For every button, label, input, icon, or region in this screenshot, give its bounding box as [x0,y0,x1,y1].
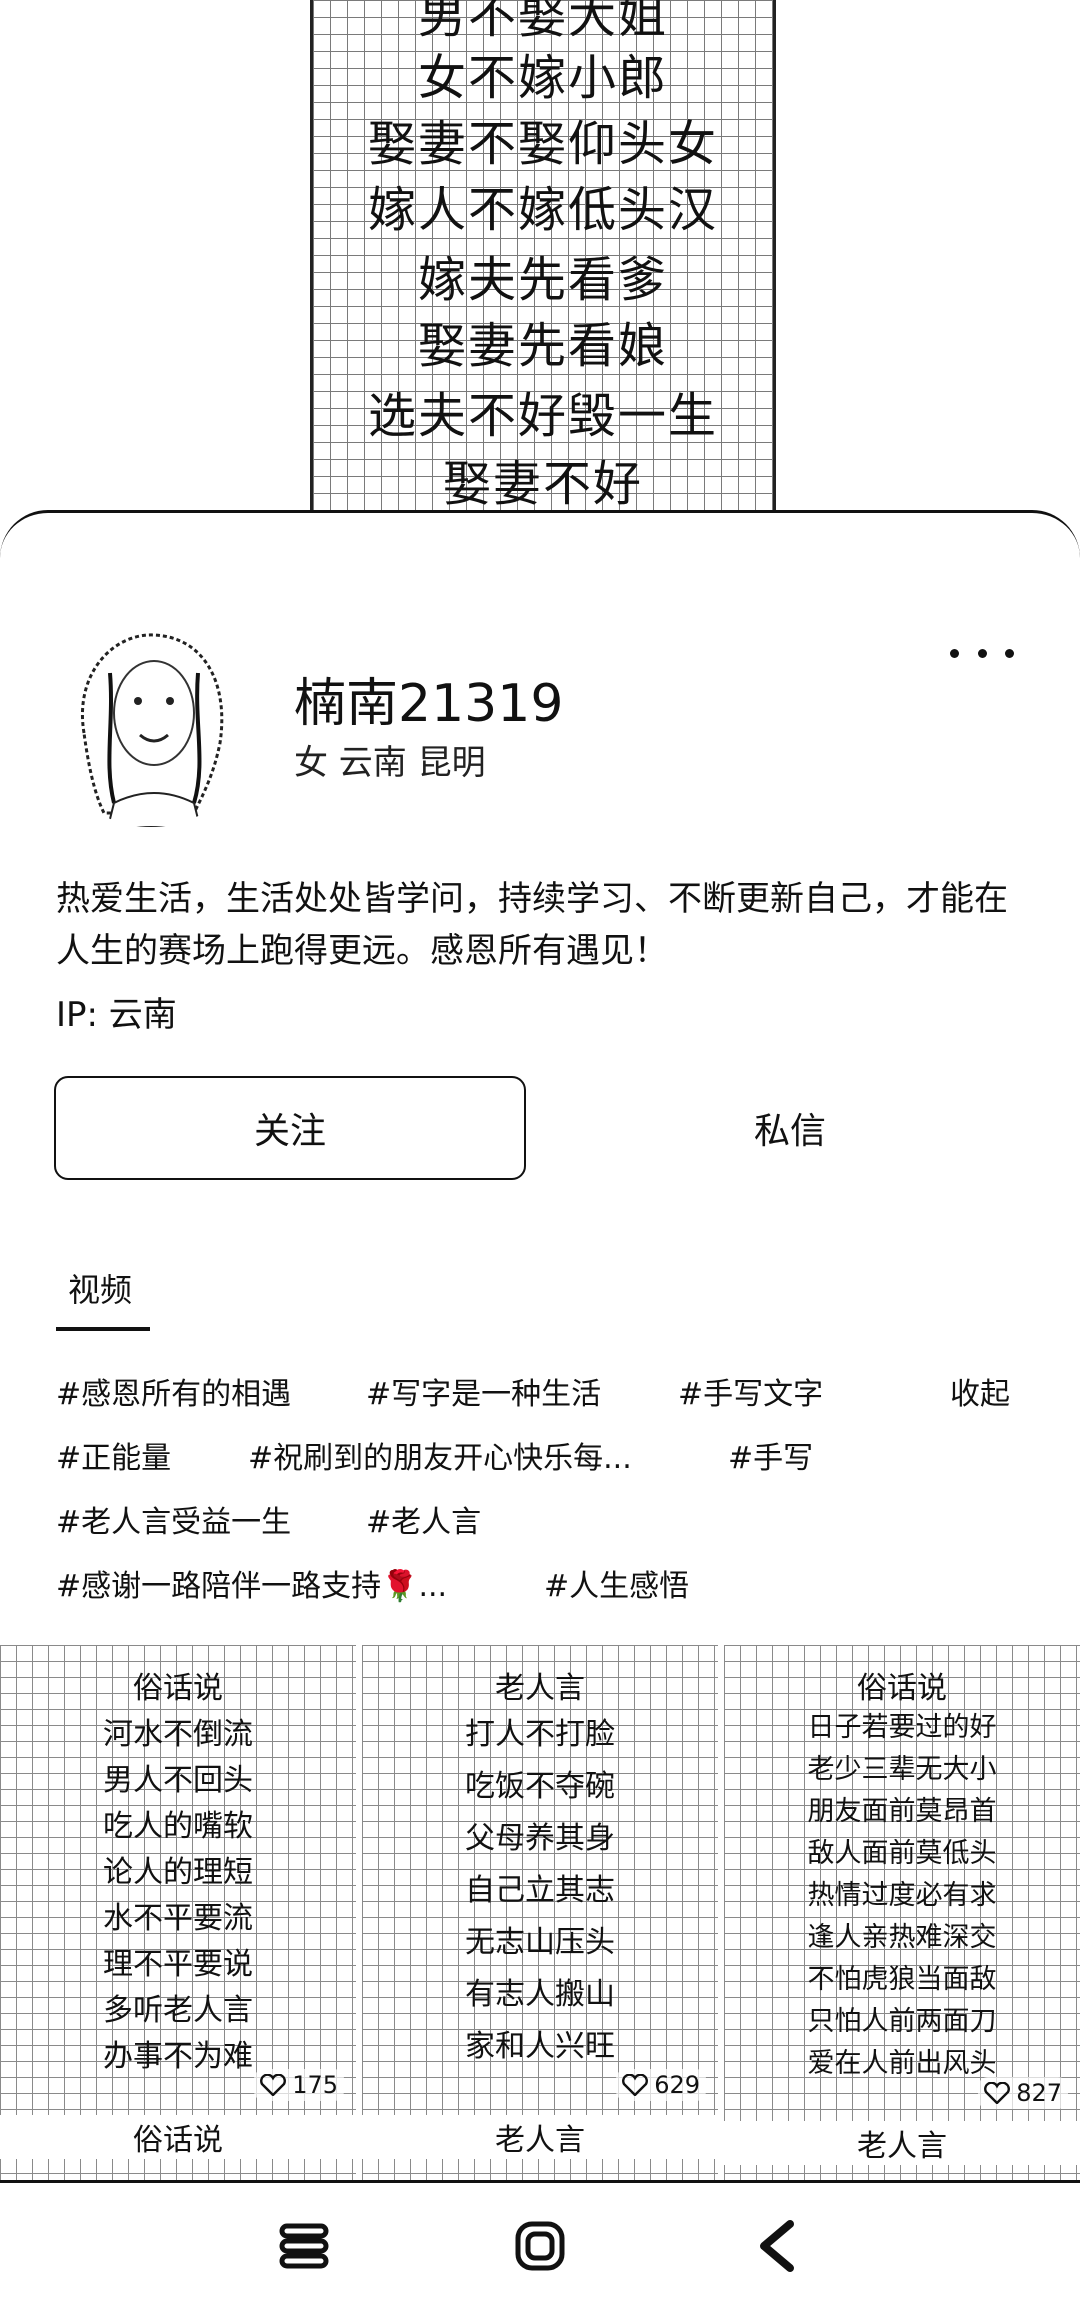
video-line: 父母养其身 [465,1821,615,1856]
likes-count: 827 [978,2077,1068,2109]
next-video-title: 老人言 [724,2121,1080,2165]
next-video-title: 老人言 [362,2115,718,2159]
video-line: 家和人兴旺 [465,2029,615,2064]
video-line: 河水不倒流 [103,1717,253,1752]
video-title: 俗话说 [857,1671,947,1706]
likes-value: 629 [654,2071,700,2099]
video-thumbnail[interactable]: 俗话说 河水不倒流 男人不回头 吃人的嘴软 论人的理短 水不平要流 理不平要说 … [0,1645,356,2180]
cover-line: 嫁夫先看爹 [417,252,668,308]
video-line: 论人的理短 [103,1855,253,1890]
cover-line: 选夫不好毁一生 [367,388,718,444]
hashtag[interactable]: #感恩所有的相遇 [56,1369,291,1413]
tab-videos[interactable]: 视频 [68,1265,132,1311]
video-line: 逢人亲热难深交 [807,1922,997,1953]
likes-value: 827 [1016,2079,1062,2107]
cover-line: 娶妻不好 [442,456,643,512]
video-line: 日子若要过的好 [807,1712,997,1743]
video-title: 俗话说 [133,1671,223,1706]
home-icon[interactable] [512,2218,568,2274]
likes-count: 629 [616,2069,706,2101]
user-location: 女 云南 昆明 [294,743,486,783]
avatar[interactable] [44,613,258,827]
video-line: 热情过度必有求 [807,1880,997,1911]
cover-grid-paper: 男不娶大姐 女不嫁小郎 娶妻不娶仰头女 嫁人不嫁低头汉 嫁夫先看爹 娶妻先看娘 … [310,0,776,560]
more-options-icon[interactable] [950,633,1014,673]
username: 楠南21319 [294,674,564,734]
cover-line: 娶妻先看娘 [417,318,668,374]
recent-apps-icon[interactable] [276,2218,332,2274]
message-button[interactable]: 私信 [620,1076,960,1180]
likes-value: 175 [292,2071,338,2099]
video-line: 有志人搬山 [465,1977,615,2012]
bio-text: 热爱生活，生活处处皆学问，持续学习、不断更新自己，才能在人生的赛场上跑得更远。感… [56,879,1008,971]
video-line: 多听老人言 [103,1993,253,2028]
heart-icon [260,2074,287,2096]
video-line: 自己立其志 [465,1873,615,1908]
video-line: 水不平要流 [103,1901,253,1936]
cover-line: 娶妻不娶仰头女 [367,116,718,172]
next-video-title: 俗话说 [0,2115,356,2159]
back-icon[interactable] [750,2218,806,2274]
likes-count: 175 [254,2069,344,2101]
cover-line: 嫁人不嫁低头汉 [367,182,718,238]
video-thumbnail[interactable]: 俗话说 日子若要过的好 老少三辈无大小 朋友面前莫昂首 敌人面前莫低头 热情过度… [724,1645,1080,2180]
video-line: 男人不回头 [103,1763,253,1798]
follow-button[interactable]: 关注 [54,1076,526,1180]
cover-line: 女不嫁小郎 [417,50,668,106]
cover-image[interactable]: 男不娶大姐 女不嫁小郎 娶妻不娶仰头女 嫁人不嫁低头汉 嫁夫先看爹 娶妻先看娘 … [0,0,1080,560]
video-line: 打人不打脸 [465,1717,615,1752]
video-thumbnail[interactable]: 老人言 打人不打脸 吃饭不夺碗 父母养其身 自己立其志 无志山压头 有志人搬山 … [362,1645,718,2180]
video-line: 吃人的嘴软 [103,1809,253,1844]
heart-icon [622,2074,649,2096]
video-line: 敌人面前莫低头 [807,1838,997,1869]
hashtag[interactable]: #手写文字 [678,1369,823,1413]
hashtag[interactable]: #老人言受益一生 [56,1497,291,1541]
hashtag[interactable]: #感谢一路陪伴一路支持🌹... [56,1561,447,1605]
hashtag[interactable]: #老人言 [366,1497,481,1541]
hashtag[interactable]: #写字是一种生活 [366,1369,601,1413]
tab-active-indicator [56,1327,150,1331]
video-line: 只怕人前两面刀 [807,2006,997,2037]
video-line: 吃饭不夺碗 [465,1769,615,1804]
ip-location: IP: 云南 [56,995,177,1035]
hashtag[interactable]: #手写 [728,1433,813,1477]
video-line: 爱在人前出风头 [807,2048,997,2079]
heart-icon [984,2082,1011,2104]
hashtag[interactable]: #人生感悟 [544,1561,689,1605]
avatar-portrait [45,614,257,827]
video-title: 老人言 [495,1671,585,1706]
system-navigation-bar [0,2180,1080,2309]
collapse-tags-button[interactable]: 收起 [950,1369,1010,1413]
video-line: 朋友面前莫昂首 [807,1796,997,1827]
video-line: 老少三辈无大小 [807,1754,997,1785]
hashtag[interactable]: #祝刷到的朋友开心快乐每... [248,1433,632,1477]
video-line: 理不平要说 [103,1947,253,1982]
video-line: 不怕虎狼当面敌 [807,1964,997,1995]
hashtag[interactable]: #正能量 [56,1433,171,1477]
video-line: 无志山压头 [465,1925,615,1960]
